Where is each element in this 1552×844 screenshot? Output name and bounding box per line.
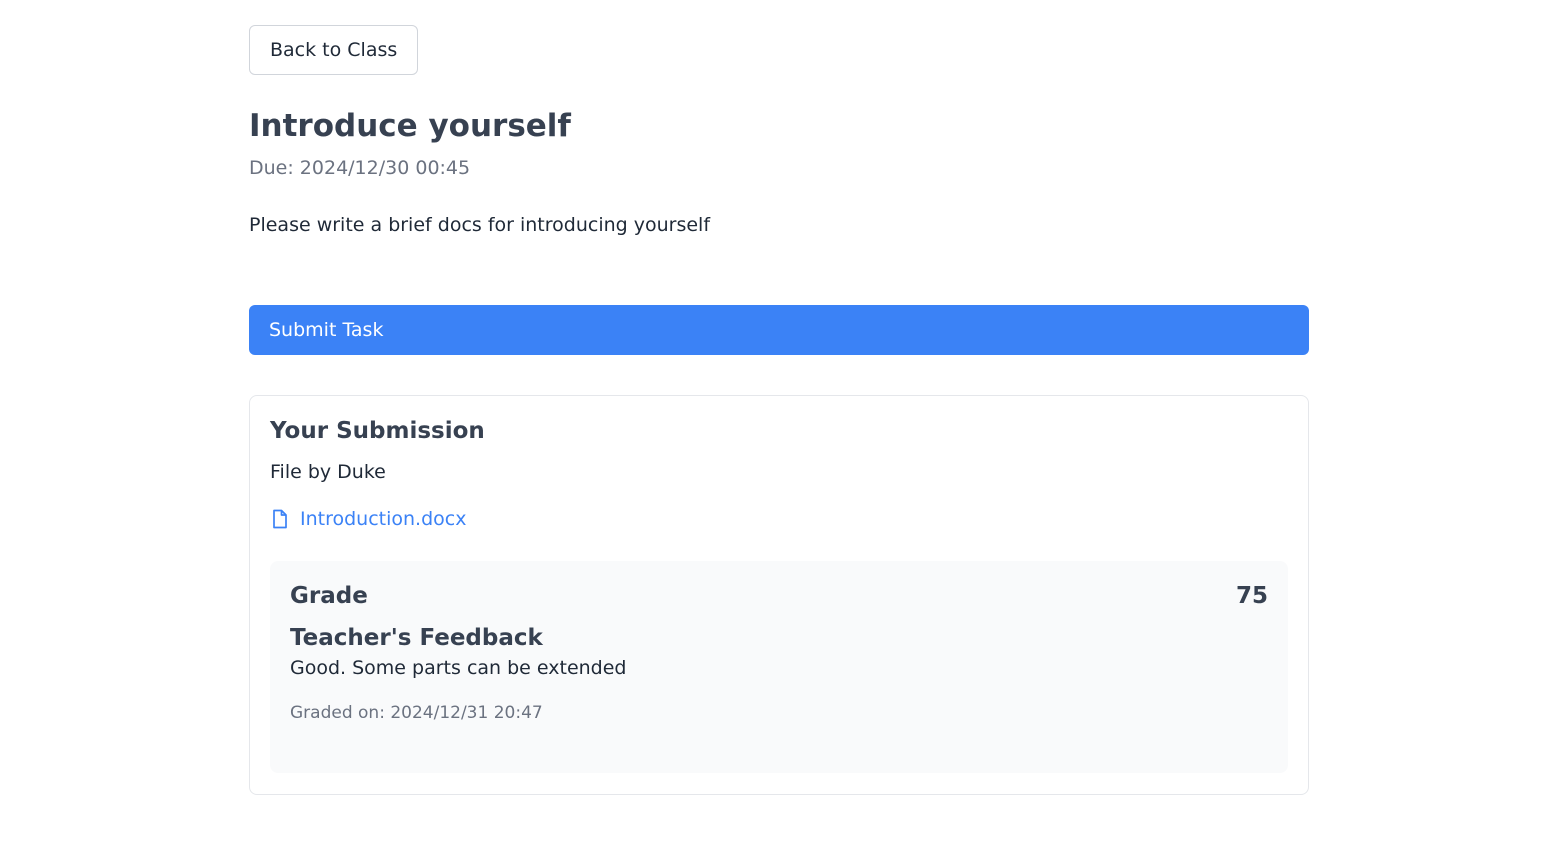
- main-content: Back to Class Introduce yourself Due: 20…: [249, 25, 1309, 795]
- graded-on-timestamp: Graded on: 2024/12/31 20:47: [290, 703, 543, 723]
- file-name[interactable]: Introduction.docx: [300, 508, 466, 530]
- due-date: Due: 2024/12/30 00:45: [249, 157, 471, 180]
- page-title: Introduce yourself: [249, 108, 571, 144]
- back-to-class-button[interactable]: Back to Class: [249, 25, 419, 75]
- grade-panel: Grade 75 Teacher's Feedback Good. Some p…: [270, 561, 1288, 773]
- grade-value: 75: [1235, 583, 1268, 609]
- submission-card: Your Submission File by Duke Introductio…: [249, 395, 1309, 795]
- grade-label: Grade: [290, 583, 368, 609]
- grade-row: Grade 75: [290, 583, 1268, 609]
- feedback-text: Good. Some parts can be extended: [290, 657, 627, 679]
- submission-file-link[interactable]: Introduction.docx: [270, 508, 1288, 530]
- submit-task-button[interactable]: Submit Task: [249, 305, 1309, 355]
- page: Back to Class Introduce yourself Due: 20…: [0, 0, 1552, 844]
- submission-heading: Your Submission: [270, 418, 485, 444]
- feedback-heading: Teacher's Feedback: [290, 625, 543, 651]
- file-author: File by Duke: [270, 461, 386, 483]
- task-description: Please write a brief docs for introducin…: [249, 214, 711, 237]
- file-icon: [270, 508, 290, 530]
